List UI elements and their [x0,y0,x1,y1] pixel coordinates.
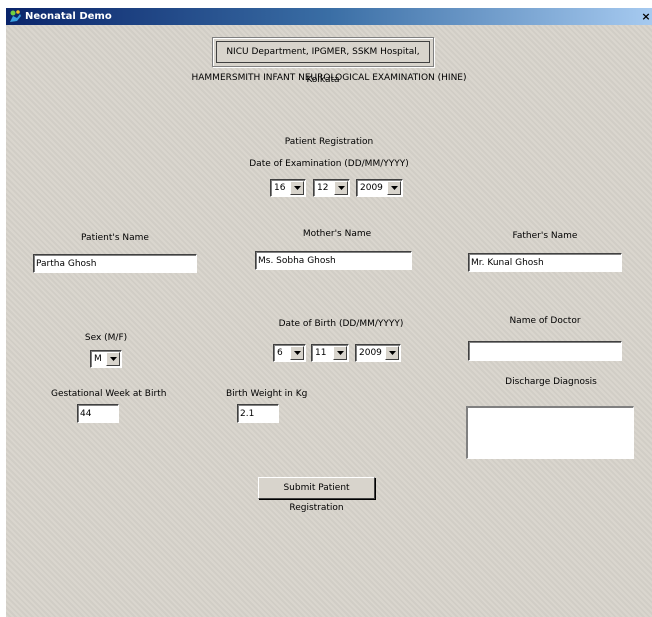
close-icon[interactable]: × [641,8,651,25]
title-bar[interactable]: Neonatal Demo × [6,8,652,25]
submit-registration-button[interactable]: Submit Patient Registration [258,477,375,513]
dob-year-select[interactable]: 2009 [355,344,401,362]
department-banner: NICU Department, IPGMER, SSKM Hospital, … [212,37,434,85]
exam-day-select[interactable]: 16 [270,179,306,197]
birth-weight-label: Birth Weight in Kg [226,389,308,399]
dob-label: Date of Birth (DD/MM/YYYY) [278,319,404,329]
doctor-name-input[interactable] [468,341,622,361]
dob-year-value: 2009 [359,348,382,358]
mother-name-label: Mother's Name [302,229,372,239]
section-title: Patient Registration [284,137,374,147]
patient-name-label: Patient's Name [81,233,149,243]
exam-day-value: 16 [274,183,286,193]
dob-month-value: 11 [315,348,327,358]
chevron-down-icon[interactable] [290,181,304,195]
chevron-down-icon[interactable] [290,346,304,360]
father-name-label: Father's Name [512,231,578,241]
doctor-label: Name of Doctor [509,316,581,326]
chevron-down-icon[interactable] [387,181,401,195]
window-title: Neonatal Demo [25,11,112,22]
chevron-down-icon[interactable] [333,346,347,360]
exam-year-value: 2009 [360,183,383,193]
gest-week-input[interactable] [77,404,119,423]
exam-year-select[interactable]: 2009 [356,179,403,197]
discharge-label: Discharge Diagnosis [505,377,597,387]
sex-label: Sex (M/F) [84,333,128,343]
gest-week-label: Gestational Week at Birth [51,389,167,399]
mother-name-input[interactable] [255,251,412,270]
exam-title: HAMMERSMITH INFANT NEUROLOGICAL EXAMINAT… [191,73,467,83]
sex-select[interactable]: M [90,350,122,368]
patient-name-input[interactable] [33,254,197,273]
birth-weight-input[interactable] [237,404,279,423]
neonatal-app-icon [8,9,22,23]
dob-month-select[interactable]: 11 [311,344,349,362]
chevron-down-icon[interactable] [106,352,120,366]
exam-date-label: Date of Examination (DD/MM/YYYY) [249,159,409,169]
dob-day-value: 6 [277,348,283,358]
father-name-input[interactable] [468,253,622,272]
chevron-down-icon[interactable] [385,346,399,360]
discharge-diagnosis-textarea[interactable] [466,406,634,459]
sex-value: M [94,354,102,364]
exam-month-value: 12 [317,183,329,193]
dob-day-select[interactable]: 6 [273,344,306,362]
chevron-down-icon[interactable] [334,181,348,195]
exam-month-select[interactable]: 12 [313,179,350,197]
app-window: Neonatal Demo × NICU Department, IPGMER,… [6,8,652,617]
